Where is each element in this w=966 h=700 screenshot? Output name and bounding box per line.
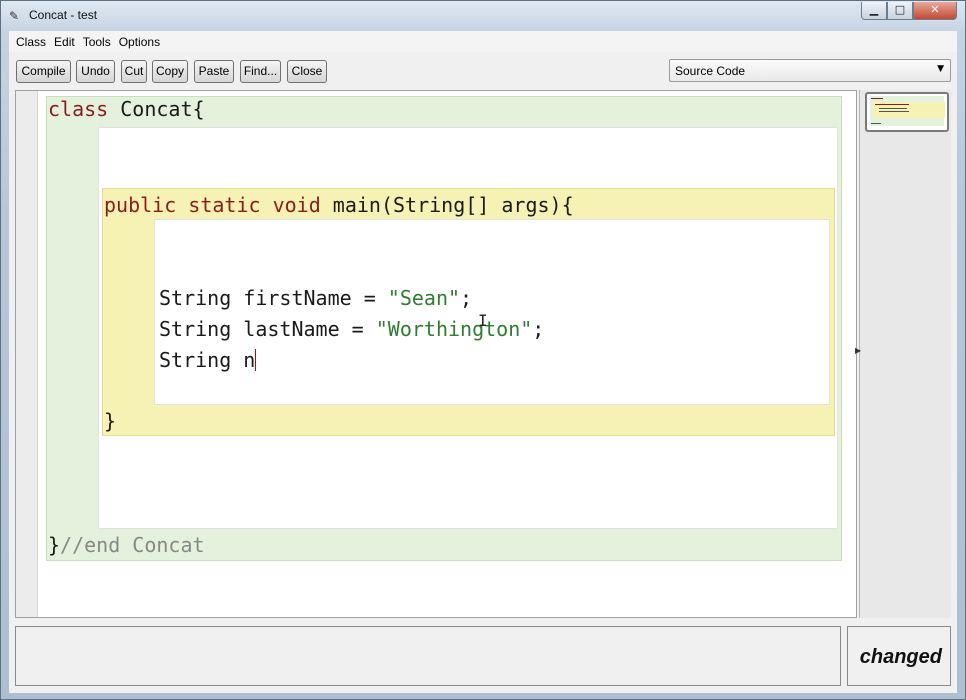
menu-class[interactable]: Class: [13, 35, 49, 49]
menu-tools[interactable]: Tools: [80, 35, 114, 49]
navigator-line: [879, 111, 909, 112]
undo-button[interactable]: Undo: [76, 60, 115, 83]
keyword-static: static: [188, 193, 261, 217]
code-line-1: String firstName = "Sean";: [159, 283, 472, 314]
code-line-3: String n: [159, 345, 257, 376]
minimize-button[interactable]: ▁: [861, 2, 887, 20]
code-line-1-end: ;: [460, 286, 473, 310]
app-icon: ✎: [9, 9, 20, 23]
close-button[interactable]: Close: [287, 60, 327, 83]
title-bar[interactable]: ✎ Concat - test ▁ □ ✕: [1, 1, 965, 31]
message-area: [15, 626, 841, 686]
file-status: changed: [859, 646, 942, 668]
method-close-line: }: [104, 406, 116, 437]
method-header-line: public static void main(String[] args){: [104, 190, 574, 221]
window-controls: ▁ □ ✕: [861, 2, 957, 20]
close-window-button[interactable]: ✕: [913, 2, 957, 20]
status-area: changed: [847, 626, 951, 686]
code-navigator-view[interactable]: [865, 92, 949, 132]
class-close-line: }//end Concat: [48, 530, 205, 561]
ibeam-cursor-icon: I: [478, 311, 488, 330]
compile-button[interactable]: Compile: [16, 60, 71, 83]
end-comment: //end Concat: [60, 533, 205, 557]
class-close-brace: }: [48, 533, 61, 557]
view-select[interactable]: Source Code ▼: [669, 59, 951, 82]
method-close-brace: }: [104, 409, 117, 433]
code-line-2-text: String lastName =: [159, 317, 376, 341]
navigator-line: [875, 104, 909, 105]
text-caret: [255, 349, 257, 371]
app-window: ✎ Concat - test ▁ □ ✕ Class Edit Tools O…: [0, 0, 966, 700]
method-body: String firstName = "Sean"; String lastNa…: [154, 219, 830, 405]
menu-options[interactable]: Options: [116, 35, 163, 49]
maximize-button[interactable]: □: [887, 2, 913, 20]
navigator-line: [871, 123, 881, 124]
method-signature: main(String[] args){: [320, 193, 574, 217]
class-scope-block: class Concat{ public static void main(St…: [46, 96, 842, 561]
copy-button[interactable]: Copy: [152, 60, 188, 83]
class-name: Concat{: [108, 97, 205, 121]
menu-bar: Class Edit Tools Options: [9, 31, 957, 52]
navigator-line: [871, 98, 883, 99]
method-scope-block: public static void main(String[] args){ …: [102, 188, 835, 436]
code-line-3-text: String n: [159, 348, 256, 372]
editor-client-area: Class Edit Tools Options Compile Undo Cu…: [9, 31, 957, 693]
string-literal-1: "Sean": [387, 286, 461, 310]
code-line-1-text: String firstName =: [159, 286, 388, 310]
window-title: Concat - test: [29, 8, 98, 22]
keyword-void: void: [272, 193, 321, 217]
view-select-value: Source Code: [675, 64, 746, 78]
keyword-class: class: [48, 97, 109, 121]
triangle-right-icon[interactable]: ▶: [855, 346, 861, 355]
toolbar: Compile Undo Cut Copy Paste Find... Clos…: [9, 53, 957, 89]
menu-edit[interactable]: Edit: [51, 35, 78, 49]
navigator-line: [879, 108, 907, 109]
code-line-2-end: ;: [532, 317, 545, 341]
find-button[interactable]: Find...: [240, 60, 281, 83]
line-gutter: [16, 91, 38, 617]
class-body: public static void main(String[] args){ …: [98, 127, 838, 529]
string-literal-2: "Worthington": [375, 317, 533, 341]
paste-button[interactable]: Paste: [194, 60, 234, 83]
code-editor[interactable]: class Concat{ public static void main(St…: [15, 90, 857, 618]
cut-button[interactable]: Cut: [121, 60, 147, 83]
chevron-down-icon: ▼: [937, 64, 944, 74]
keyword-public: public: [104, 193, 177, 217]
navigator-panel[interactable]: ▶: [855, 90, 951, 618]
class-header-line: class Concat{: [48, 94, 205, 125]
